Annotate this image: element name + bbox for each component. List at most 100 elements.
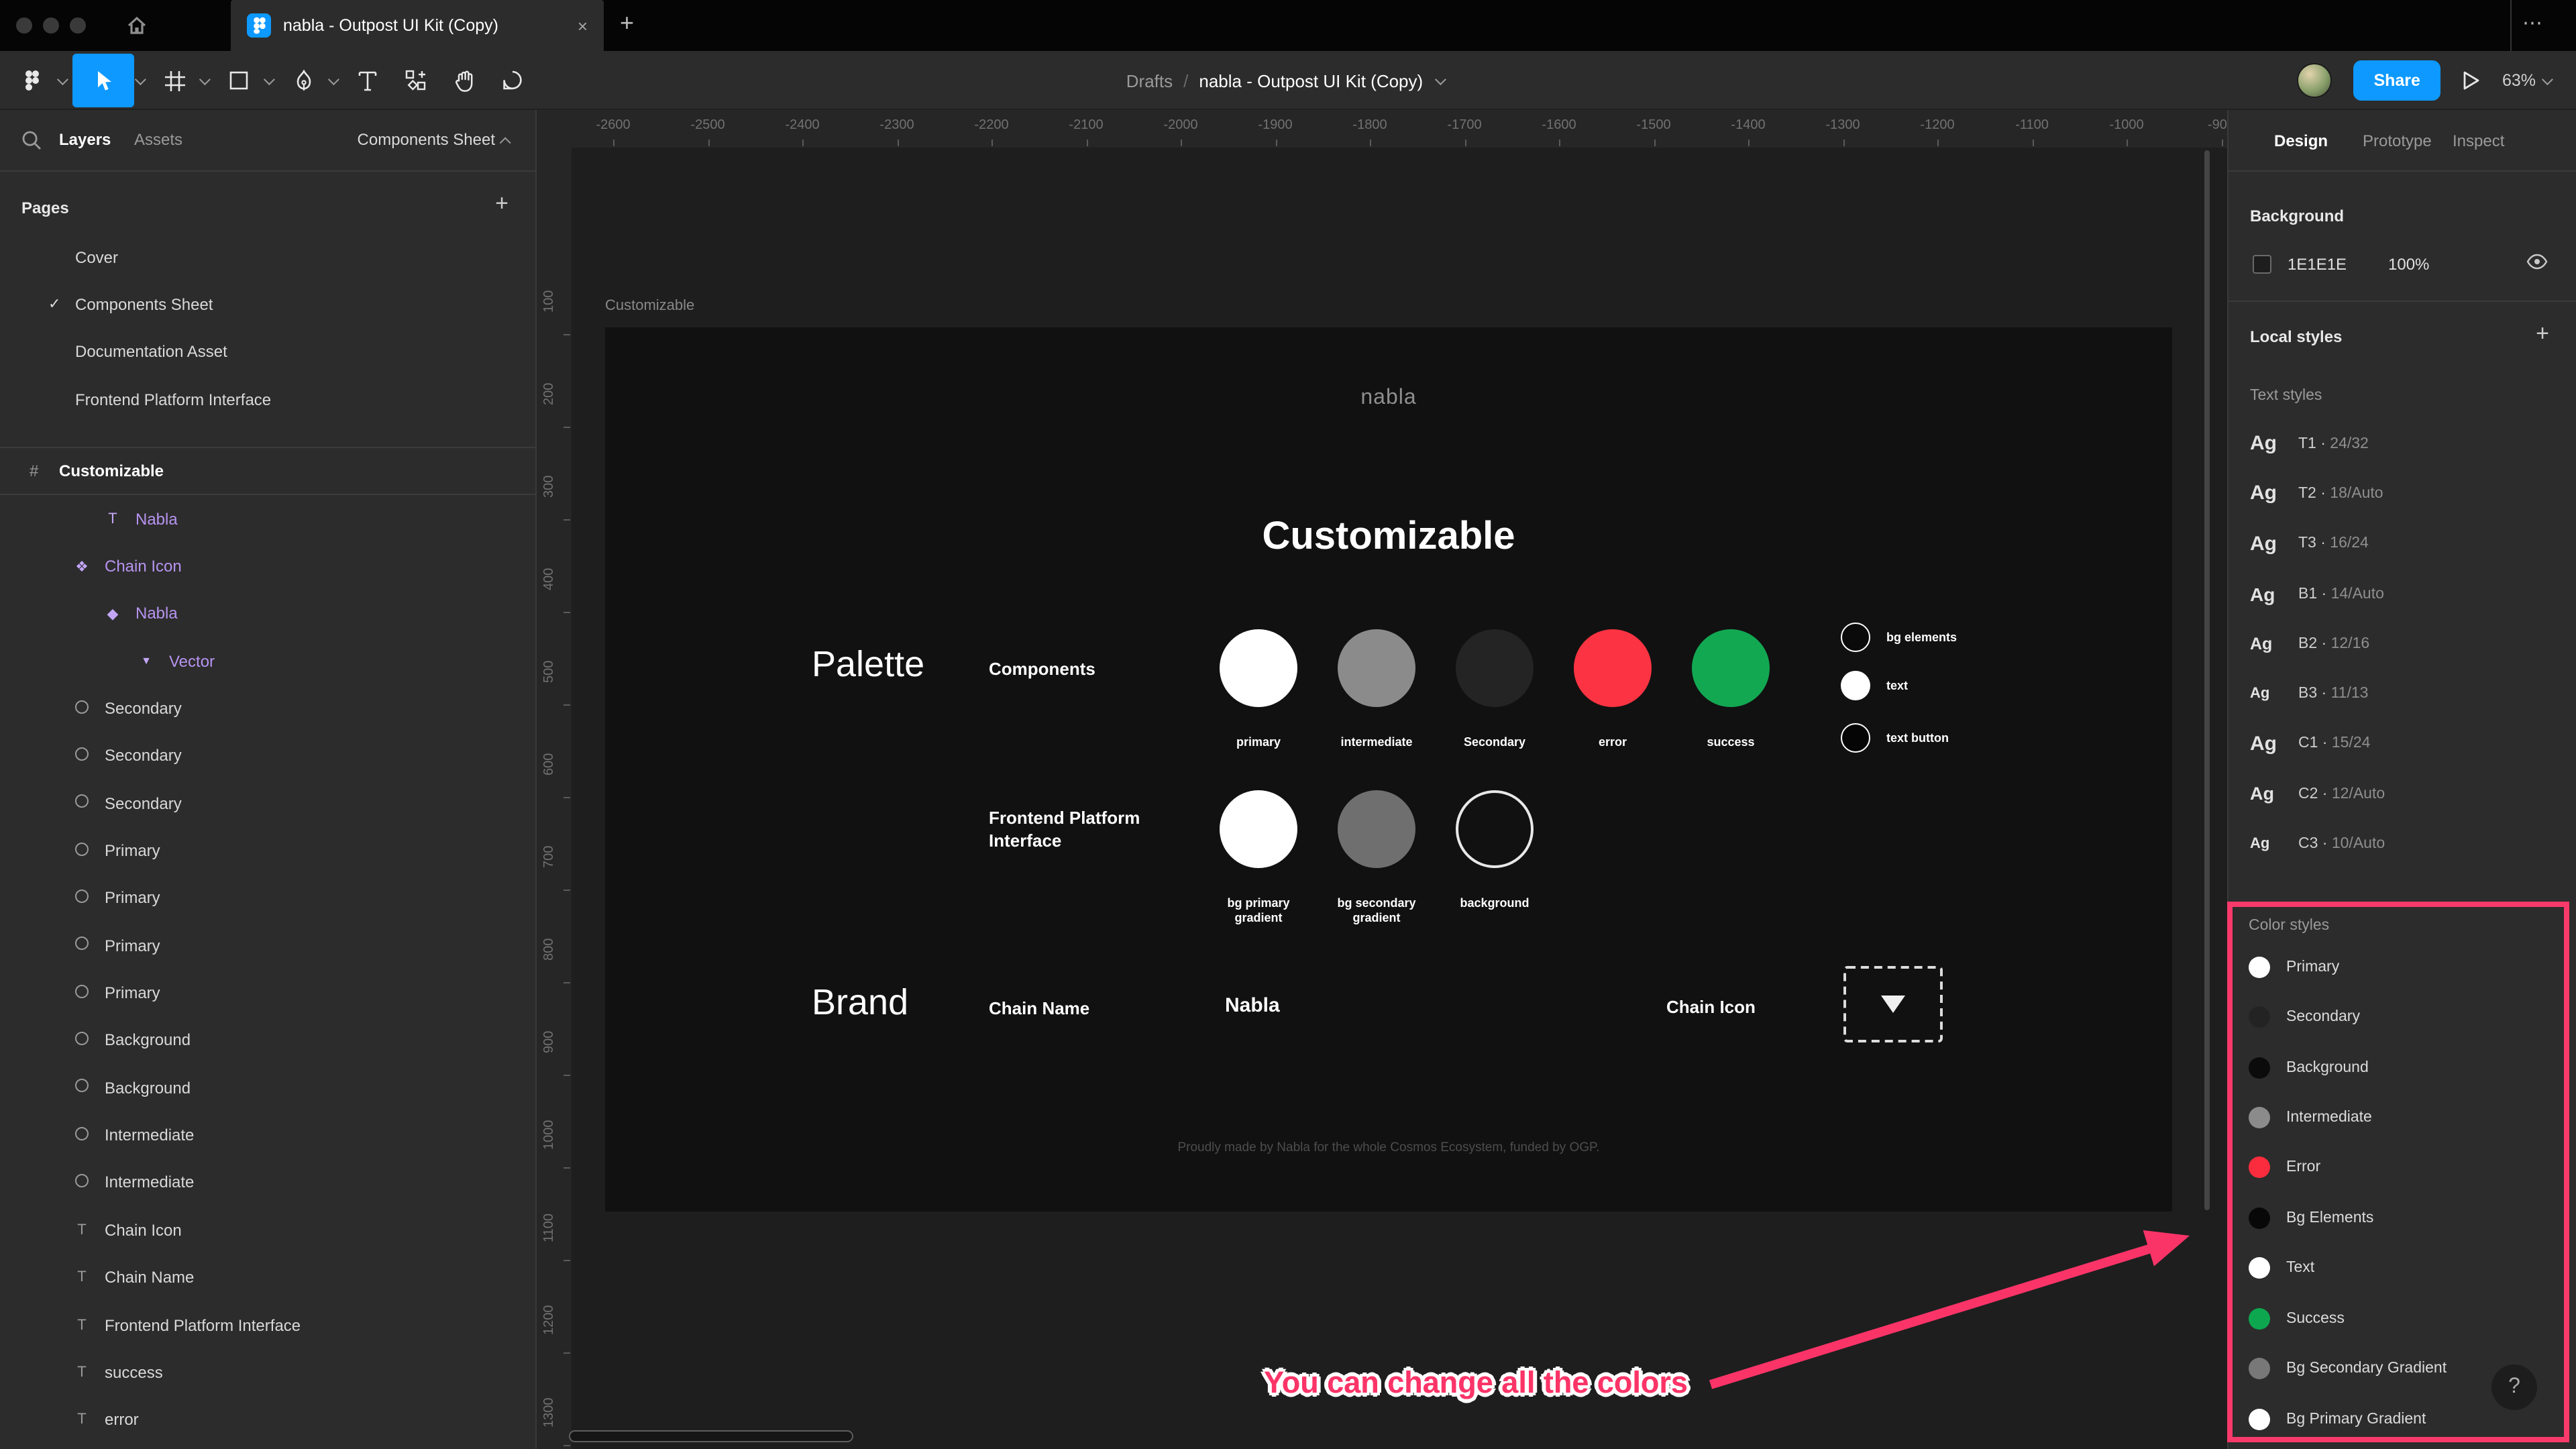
- layer-row[interactable]: Tsuccess: [0, 1348, 535, 1396]
- color-style-row[interactable]: Success: [2233, 1293, 2564, 1344]
- color-style-row[interactable]: Secondary: [2233, 992, 2564, 1042]
- pen-tool-button[interactable]: [279, 54, 327, 107]
- background-color-swatch[interactable]: [2253, 255, 2271, 274]
- text-style-row[interactable]: Ag B2 · 12/16: [2229, 619, 2576, 669]
- layer-row[interactable]: Secondary: [0, 685, 535, 733]
- shape-tool-chevron-icon[interactable]: [263, 74, 275, 86]
- layer-row[interactable]: Secondary: [0, 732, 535, 780]
- page-item[interactable]: Documentation Asset: [0, 328, 535, 376]
- text-style-row[interactable]: Ag B1 · 14/Auto: [2229, 569, 2576, 619]
- canvas-vertical-scrollbar[interactable]: [2204, 150, 2210, 1210]
- layer-row[interactable]: Intermediate: [0, 1112, 535, 1159]
- overflow-menu-icon[interactable]: ⋯: [2522, 11, 2545, 35]
- frame-tool-button[interactable]: [150, 54, 199, 107]
- main-menu-icon[interactable]: [8, 54, 56, 107]
- color-style-row[interactable]: Bg Elements: [2233, 1193, 2564, 1243]
- token-circle[interactable]: [1841, 671, 1870, 700]
- text-style-row[interactable]: Ag C1 · 15/24: [2229, 719, 2576, 769]
- avatar[interactable]: [2297, 63, 2332, 98]
- window-close-button[interactable]: [16, 17, 32, 34]
- token-circle[interactable]: [1841, 723, 1870, 753]
- move-tool-button[interactable]: [72, 54, 134, 107]
- breadcrumb-filename[interactable]: nabla - Outpost UI Kit (Copy): [1199, 70, 1423, 91]
- window-minimize-button[interactable]: [43, 17, 59, 34]
- layer-row[interactable]: Terror: [0, 1396, 535, 1444]
- share-button[interactable]: Share: [2353, 60, 2440, 101]
- window-zoom-button[interactable]: [70, 17, 86, 34]
- visibility-eye-icon[interactable]: [2526, 254, 2548, 270]
- page-selector-chevron-icon[interactable]: [499, 137, 511, 149]
- canvas[interactable]: -2600 -2500 -2400 -2300 -2200 -2100 -2000 -1900…: [537, 110, 2227, 1449]
- search-icon[interactable]: [21, 130, 42, 150]
- frame-tool-chevron-icon[interactable]: [199, 74, 211, 86]
- layer-row[interactable]: ▼ Vector: [0, 637, 535, 685]
- tab-prototype[interactable]: Prototype: [2363, 131, 2432, 150]
- text-style-row[interactable]: Ag T3 · 16/24: [2229, 519, 2576, 569]
- layer-row[interactable]: Background: [0, 1064, 535, 1112]
- color-circle[interactable]: [1338, 790, 1415, 868]
- tab-inspect[interactable]: Inspect: [2453, 131, 2504, 150]
- tab-layers[interactable]: Layers: [59, 130, 111, 149]
- layer-row[interactable]: ◆ Nabla: [0, 590, 535, 637]
- color-style-row[interactable]: Text: [2233, 1243, 2564, 1293]
- present-icon[interactable]: [2462, 70, 2481, 91]
- page-item[interactable]: ✓ Components Sheet: [0, 281, 535, 329]
- canvas-horizontal-scrollbar[interactable]: [569, 1430, 853, 1442]
- color-style-row[interactable]: Primary: [2233, 942, 2564, 992]
- background-opacity-value[interactable]: 100%: [2388, 255, 2429, 274]
- components-sheet-frame[interactable]: nabla Customizable Palette Components pr…: [605, 327, 2172, 1212]
- breadcrumb-project[interactable]: Drafts: [1126, 70, 1173, 91]
- text-tool-button[interactable]: [343, 54, 392, 107]
- token-circle[interactable]: [1841, 623, 1870, 652]
- color-circle[interactable]: [1220, 629, 1297, 707]
- layer-row[interactable]: Primary: [0, 827, 535, 875]
- text-style-row[interactable]: Ag T1 · 24/32: [2229, 419, 2576, 469]
- layer-row[interactable]: ❖ Chain Icon: [0, 543, 535, 590]
- color-circle[interactable]: [1338, 629, 1415, 707]
- layer-row[interactable]: Secondary: [0, 780, 535, 827]
- text-style-row[interactable]: Ag C2 · 12/Auto: [2229, 769, 2576, 819]
- page-item[interactable]: Frontend Platform Interface: [0, 376, 535, 423]
- color-style-row[interactable]: Error: [2233, 1143, 2564, 1193]
- layer-row[interactable]: T Chain Icon: [0, 1206, 535, 1254]
- color-style-row[interactable]: Background: [2233, 1042, 2564, 1093]
- pen-tool-chevron-icon[interactable]: [327, 74, 339, 86]
- comment-tool-button[interactable]: [488, 54, 537, 107]
- move-tool-chevron-icon[interactable]: [134, 74, 146, 86]
- text-style-row[interactable]: Ag B3 · 11/13: [2229, 669, 2576, 719]
- actions-tool-button[interactable]: [392, 54, 440, 107]
- page-selector[interactable]: Components Sheet: [358, 130, 495, 149]
- text-style-row[interactable]: Ag T2 · 18/Auto: [2229, 469, 2576, 519]
- page-item[interactable]: Cover: [0, 233, 535, 281]
- tab-design[interactable]: Design: [2274, 131, 2328, 150]
- background-hex-value[interactable]: 1E1E1E: [2288, 255, 2347, 274]
- layer-row[interactable]: Primary: [0, 875, 535, 922]
- color-circle[interactable]: [1456, 629, 1534, 707]
- zoom-menu[interactable]: 63%: [2502, 71, 2557, 90]
- layer-row[interactable]: T Frontend Platform Interface: [0, 1301, 535, 1349]
- layer-row[interactable]: T Chain Name: [0, 1254, 535, 1301]
- new-tab-button[interactable]: +: [620, 9, 634, 38]
- menu-chevron-icon[interactable]: [56, 74, 68, 86]
- layer-row[interactable]: Intermediate: [0, 1159, 535, 1207]
- layer-row[interactable]: T Nabla: [0, 495, 535, 543]
- tab-assets[interactable]: Assets: [134, 130, 182, 149]
- color-style-row[interactable]: Intermediate: [2233, 1093, 2564, 1143]
- add-page-button[interactable]: +: [495, 191, 508, 217]
- help-button[interactable]: ?: [2491, 1364, 2537, 1410]
- color-circle[interactable]: [1574, 629, 1652, 707]
- chain-icon-placeholder[interactable]: [1843, 966, 1943, 1042]
- file-tab[interactable]: nabla - Outpost UI Kit (Copy) ×: [231, 0, 604, 51]
- layer-row[interactable]: Background: [0, 1017, 535, 1065]
- frame-section-row[interactable]: # Customizable: [0, 447, 535, 495]
- frame-title-label[interactable]: Customizable: [605, 298, 694, 314]
- color-circle[interactable]: [1456, 790, 1534, 868]
- hand-tool-button[interactable]: [440, 54, 488, 107]
- add-style-button[interactable]: +: [2536, 321, 2549, 347]
- text-style-row[interactable]: Ag C3 · 10/Auto: [2229, 819, 2576, 869]
- home-icon[interactable]: [126, 15, 148, 36]
- shape-tool-button[interactable]: [215, 54, 263, 107]
- layer-row[interactable]: Primary: [0, 969, 535, 1017]
- layer-row[interactable]: Primary: [0, 922, 535, 969]
- tab-close-icon[interactable]: ×: [578, 15, 588, 36]
